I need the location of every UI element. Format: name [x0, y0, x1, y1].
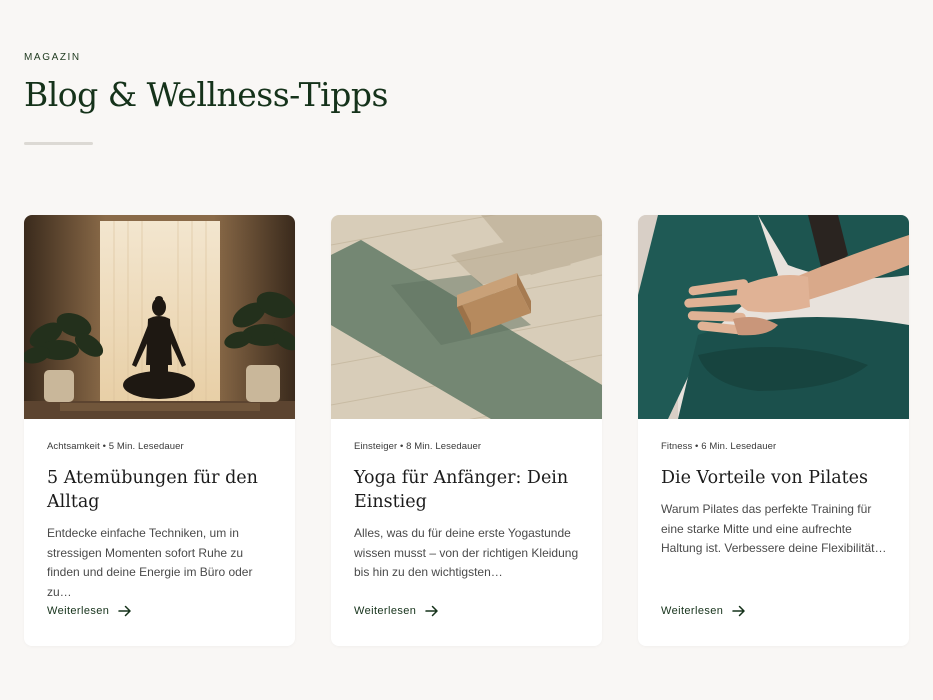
- blog-card[interactable]: Fitness • 6 Min. Lesedauer Die Vorteile …: [638, 215, 909, 646]
- card-excerpt: Alles, was du für deine erste Yogastunde…: [354, 526, 579, 579]
- yoga-mat-photo[interactable]: [331, 215, 602, 419]
- meditation-photo[interactable]: [24, 215, 295, 419]
- arrow-right-icon: [425, 605, 439, 617]
- arrow-right-icon: [118, 605, 132, 617]
- blog-card[interactable]: Achtsamkeit • 5 Min. Lesedauer 5 Atemübu…: [24, 215, 295, 646]
- read-more-label: Weiterlesen: [661, 605, 724, 617]
- section-eyebrow: MAGAZIN: [24, 52, 81, 63]
- card-excerpt: Warum Pilates das perfekte Training für …: [661, 502, 887, 555]
- read-more-label: Weiterlesen: [354, 605, 417, 617]
- card-title[interactable]: Die Vorteile von Pilates: [661, 466, 887, 490]
- section-title: Blog & Wellness-Tipps: [24, 75, 388, 114]
- blog-card[interactable]: Einsteiger • 8 Min. Lesedauer Yoga für A…: [331, 215, 602, 646]
- blog-card-grid: Achtsamkeit • 5 Min. Lesedauer 5 Atemübu…: [24, 215, 909, 646]
- card-meta: Achtsamkeit • 5 Min. Lesedauer: [47, 441, 184, 452]
- arrow-right-icon: [732, 605, 746, 617]
- title-divider: [24, 142, 93, 145]
- card-meta: Einsteiger • 8 Min. Lesedauer: [354, 441, 482, 452]
- card-meta: Fitness • 6 Min. Lesedauer: [661, 441, 777, 452]
- card-excerpt: Entdecke einfache Techniken, um in stres…: [47, 526, 253, 599]
- card-title[interactable]: Yoga für Anfänger: Dein Einstieg: [354, 466, 580, 514]
- pilates-photo[interactable]: [638, 215, 909, 419]
- read-more-label: Weiterlesen: [47, 605, 110, 617]
- read-more-link[interactable]: Weiterlesen: [47, 605, 132, 617]
- card-title[interactable]: 5 Atemübungen für den Alltag: [47, 466, 273, 514]
- read-more-link[interactable]: Weiterlesen: [661, 605, 746, 617]
- section-header: MAGAZIN Blog & Wellness-Tipps: [24, 52, 388, 114]
- read-more-link[interactable]: Weiterlesen: [354, 605, 439, 617]
